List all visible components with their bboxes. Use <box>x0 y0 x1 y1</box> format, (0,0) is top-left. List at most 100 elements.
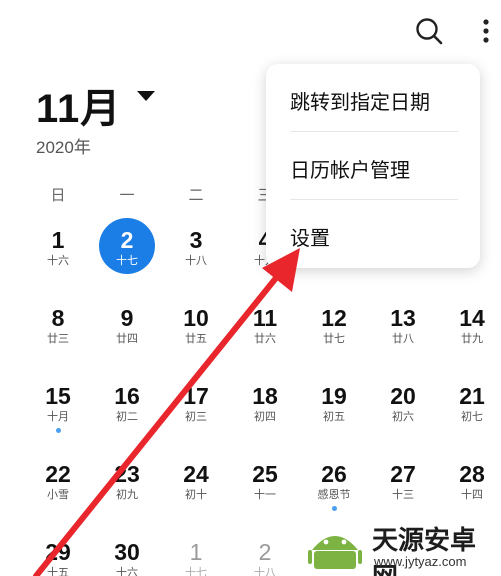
lunar-date: 初九 <box>116 489 138 501</box>
menu-item-settings[interactable]: 设置 <box>290 222 330 251</box>
day-cell[interactable]: 28 十四 <box>438 456 501 520</box>
day-number: 2 <box>258 539 272 565</box>
day-number: 1 <box>189 539 203 565</box>
day-cell[interactable]: 27 十三 <box>369 456 437 520</box>
search-button[interactable] <box>412 14 446 48</box>
lunar-date: 十一 <box>254 489 276 501</box>
lunar-date: 廿六 <box>254 333 276 345</box>
day-number: 1 <box>51 227 65 253</box>
day-number: 9 <box>120 305 134 331</box>
day-number: 16 <box>114 383 140 409</box>
lunar-date: 十六 <box>116 567 138 576</box>
day-number: 15 <box>45 383 71 409</box>
day-cell[interactable]: 29 十五 <box>24 534 92 576</box>
day-cell[interactable]: 26 感恩节 <box>300 456 368 520</box>
day-number: 14 <box>459 305 485 331</box>
day-cell[interactable]: 13 廿八 <box>369 300 437 364</box>
day-number: 23 <box>114 461 140 487</box>
event-indicator-dot <box>332 506 337 511</box>
day-cell[interactable]: 16 初二 <box>93 378 161 442</box>
day-number: 8 <box>51 305 65 331</box>
day-number: 29 <box>45 539 71 565</box>
lunar-date: 初十 <box>185 489 207 501</box>
lunar-date: 感恩节 <box>317 489 351 501</box>
day-number: 18 <box>252 383 278 409</box>
menu-item-account-management[interactable]: 日历帐户管理 <box>290 154 410 183</box>
lunar-date: 初三 <box>185 411 207 423</box>
lunar-date: 廿七 <box>323 333 345 345</box>
lunar-date: 十七 <box>116 255 138 267</box>
day-cell-today[interactable]: 2 十七 <box>93 218 161 286</box>
day-cell[interactable]: 18 初四 <box>231 378 299 442</box>
day-cell[interactable]: 22 小雪 <box>24 456 92 520</box>
weekday-label: 二 <box>188 187 204 204</box>
day-number: 22 <box>45 461 71 487</box>
day-number: 19 <box>321 383 347 409</box>
day-cell[interactable]: 30 十六 <box>93 534 161 576</box>
day-cell[interactable]: 9 廿四 <box>93 300 161 364</box>
lunar-date: 十三 <box>392 489 414 501</box>
day-cell[interactable]: 17 初三 <box>162 378 230 442</box>
weekday-label: 一 <box>119 187 135 204</box>
day-number: 13 <box>390 305 416 331</box>
day-cell[interactable]: 21 初七 <box>438 378 501 442</box>
day-number: 3 <box>189 227 203 253</box>
event-indicator-dot <box>56 428 61 433</box>
watermark: 天源安卓网 www.jytyaz.com <box>300 516 501 576</box>
day-cell[interactable]: 15 十月 <box>24 378 92 442</box>
lunar-date: 廿八 <box>392 333 414 345</box>
day-number: 27 <box>390 461 416 487</box>
day-number: 11 <box>252 305 278 331</box>
lunar-date: 十六 <box>47 255 69 267</box>
lunar-date: 十月 <box>47 411 69 423</box>
lunar-date: 十八 <box>185 255 207 267</box>
day-number: 30 <box>114 539 140 565</box>
lunar-date: 廿四 <box>116 333 138 345</box>
day-number: 17 <box>183 383 209 409</box>
day-number: 25 <box>252 461 278 487</box>
lunar-date: 小雪 <box>47 489 69 501</box>
more-options-button[interactable] <box>476 14 496 48</box>
menu-item-jump-to-date[interactable]: 跳转到指定日期 <box>290 86 430 115</box>
lunar-date: 十五 <box>47 567 69 576</box>
menu-divider <box>290 199 458 200</box>
day-cell[interactable]: 20 初六 <box>369 378 437 442</box>
day-cell[interactable]: 1 十六 <box>24 222 92 286</box>
menu-divider <box>290 131 458 132</box>
day-number: 24 <box>183 461 209 487</box>
day-cell[interactable]: 1 十七 <box>162 534 230 576</box>
day-cell[interactable]: 23 初九 <box>93 456 161 520</box>
month-dropdown-icon[interactable] <box>137 91 155 101</box>
day-number: 21 <box>459 383 485 409</box>
more-vertical-icon <box>483 19 489 43</box>
day-cell[interactable]: 3 十八 <box>162 222 230 286</box>
lunar-date: 廿三 <box>47 333 69 345</box>
day-number: 12 <box>321 305 347 331</box>
day-number: 28 <box>459 461 485 487</box>
lunar-date: 十七 <box>185 567 207 576</box>
search-icon <box>416 18 443 45</box>
day-cell[interactable]: 24 初十 <box>162 456 230 520</box>
lunar-date: 十四 <box>461 489 483 501</box>
lunar-date: 初四 <box>254 411 276 423</box>
day-number: 20 <box>390 383 416 409</box>
lunar-date: 廿九 <box>461 333 483 345</box>
lunar-date: 初五 <box>323 411 345 423</box>
day-number: 10 <box>183 305 209 331</box>
day-cell[interactable]: 8 廿三 <box>24 300 92 364</box>
day-cell[interactable]: 19 初五 <box>300 378 368 442</box>
day-cell[interactable]: 2 十八 <box>231 534 299 576</box>
lunar-date: 初七 <box>461 411 483 423</box>
month-title[interactable]: 11月 <box>36 76 121 134</box>
day-cell[interactable]: 14 廿九 <box>438 300 501 364</box>
weekday-label: 日 <box>50 187 66 204</box>
day-cell[interactable]: 11 廿六 <box>231 300 299 364</box>
lunar-date: 廿五 <box>185 333 207 345</box>
year-label: 2020年 <box>36 138 91 157</box>
day-cell[interactable]: 25 十一 <box>231 456 299 520</box>
day-number: 2 <box>120 227 134 253</box>
day-cell[interactable]: 12 廿七 <box>300 300 368 364</box>
watermark-url: www.jytyaz.com <box>374 554 467 569</box>
android-logo-icon <box>308 536 362 569</box>
day-cell[interactable]: 10 廿五 <box>162 300 230 364</box>
